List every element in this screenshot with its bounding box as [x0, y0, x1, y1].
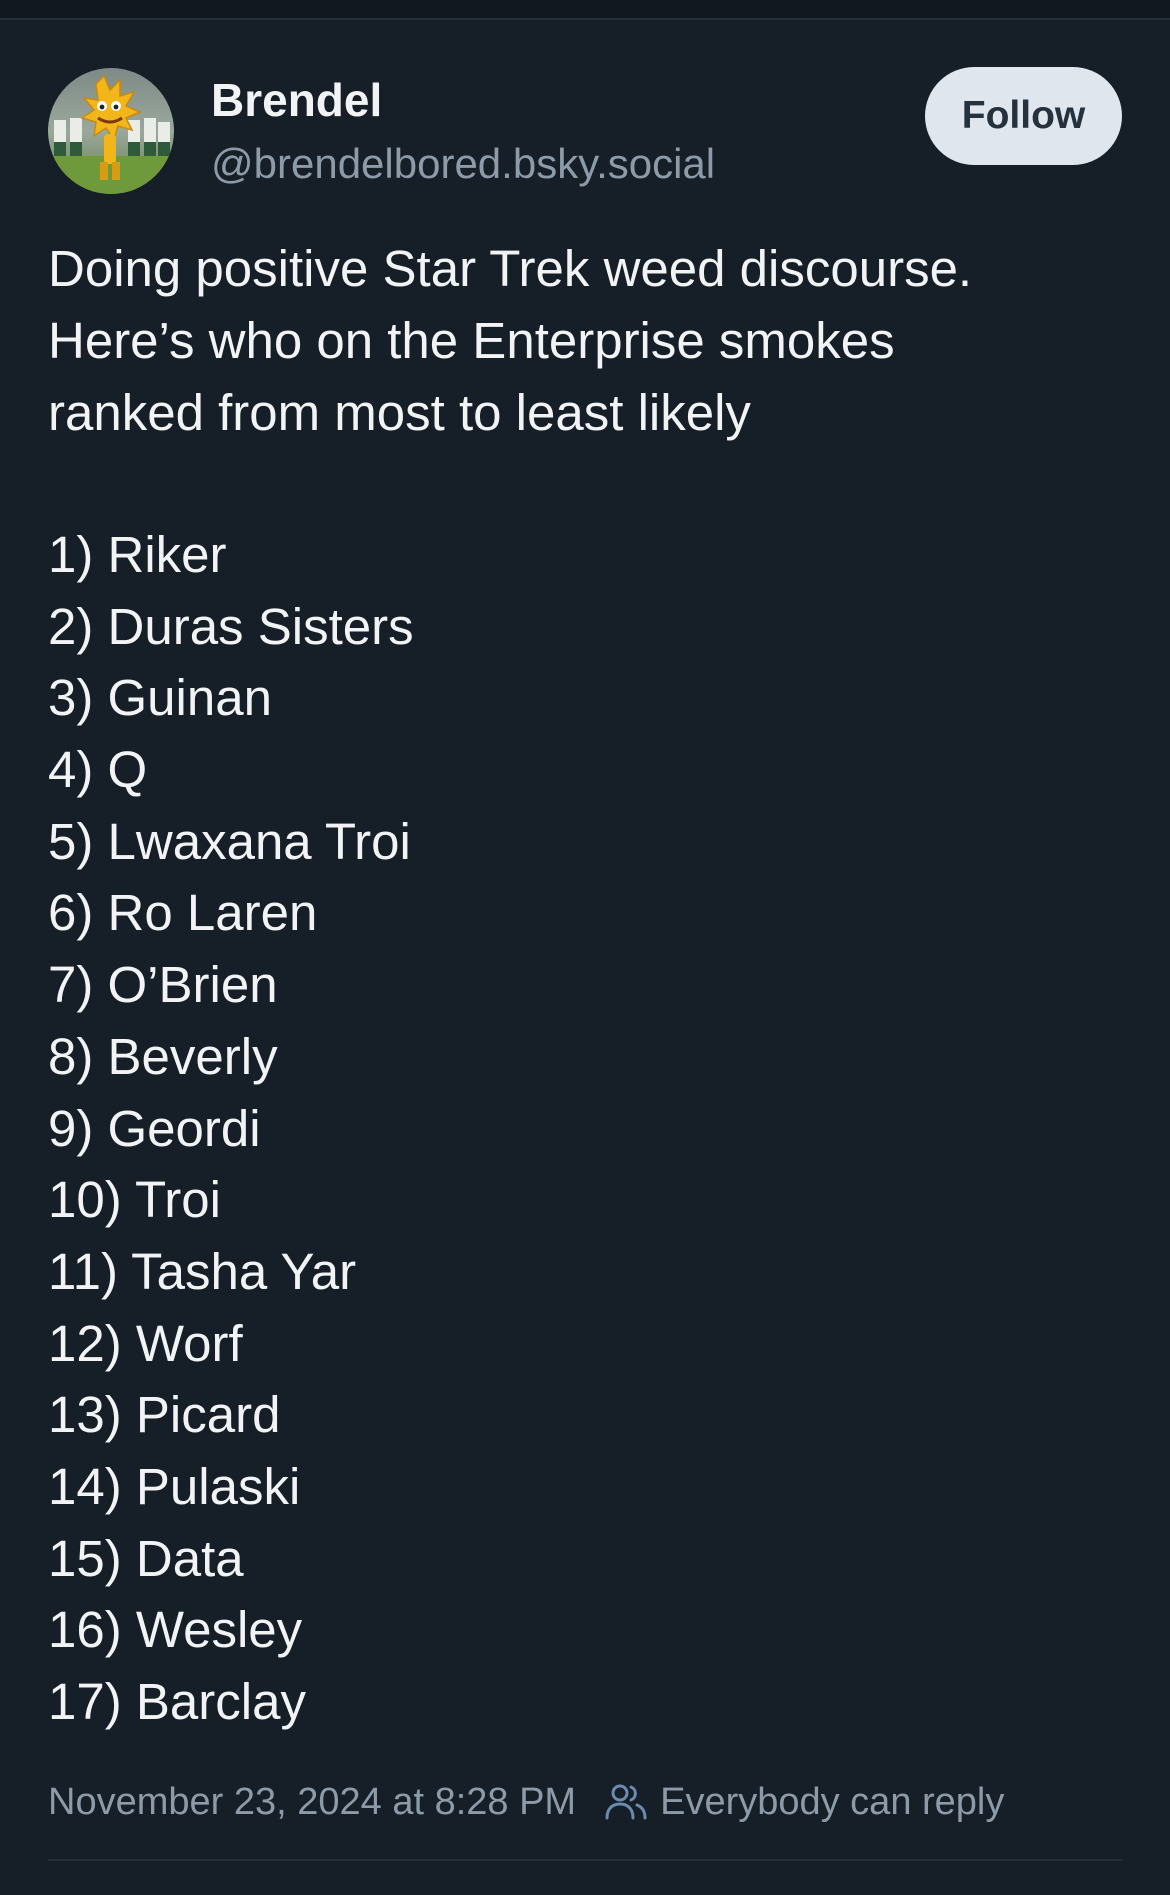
author-display-name[interactable]: Brendel [211, 72, 382, 128]
ranking-item: 11) Tasha Yar [48, 1242, 357, 1300]
ranking-list: 1) Riker 2) Duras Sisters 3) Guinan 4) Q… [48, 519, 414, 1738]
ranking-item: 12) Worf [48, 1314, 243, 1372]
avatar-image [48, 68, 174, 194]
author-handle[interactable]: @brendelbored.bsky.social [211, 136, 715, 192]
ranking-item: 15) Data [48, 1529, 244, 1587]
ranking-item: 13) Picard [48, 1386, 281, 1444]
ranking-item: 4) Q [48, 741, 148, 799]
reply-setting-label: Everybody can reply [660, 1780, 1005, 1823]
ranking-item: 16) Wesley [48, 1601, 303, 1659]
people-icon [605, 1784, 647, 1820]
ranking-item: 1) Riker [48, 526, 227, 583]
divider [48, 1859, 1122, 1861]
reply-setting: Everybody can reply [604, 1781, 1004, 1824]
ranking-item: 8) Beverly [48, 1027, 278, 1085]
ranking-item: 3) Guinan [48, 669, 272, 727]
post-text-line: Here’s who on the Enterprise smokes [48, 312, 895, 369]
follow-button[interactable]: Follow [925, 67, 1122, 165]
ranking-item: 17) Barclay [48, 1673, 306, 1730]
post-text: Doing positive Star Trek weed discourse.… [48, 233, 1128, 449]
ranking-item: 7) O’Brien [48, 956, 278, 1014]
post-timestamp[interactable]: November 23, 2024 at 8:28 PM [48, 1781, 576, 1824]
top-bar [0, 0, 1170, 20]
post-meta: November 23, 2024 at 8:28 PM Everybody c… [48, 1774, 1004, 1830]
ranking-item: 6) Ro Laren [48, 884, 318, 942]
ranking-item: 5) Lwaxana Troi [48, 812, 411, 870]
post-text-line: ranked from most to least likely [48, 384, 751, 441]
ranking-item: 14) Pulaski [48, 1457, 301, 1515]
author-avatar[interactable] [48, 68, 174, 194]
ranking-item: 10) Troi [48, 1171, 221, 1229]
ranking-item: 9) Geordi [48, 1099, 261, 1157]
post-text-line: Doing positive Star Trek weed discourse. [48, 240, 973, 297]
ranking-item: 2) Duras Sisters [48, 597, 414, 655]
